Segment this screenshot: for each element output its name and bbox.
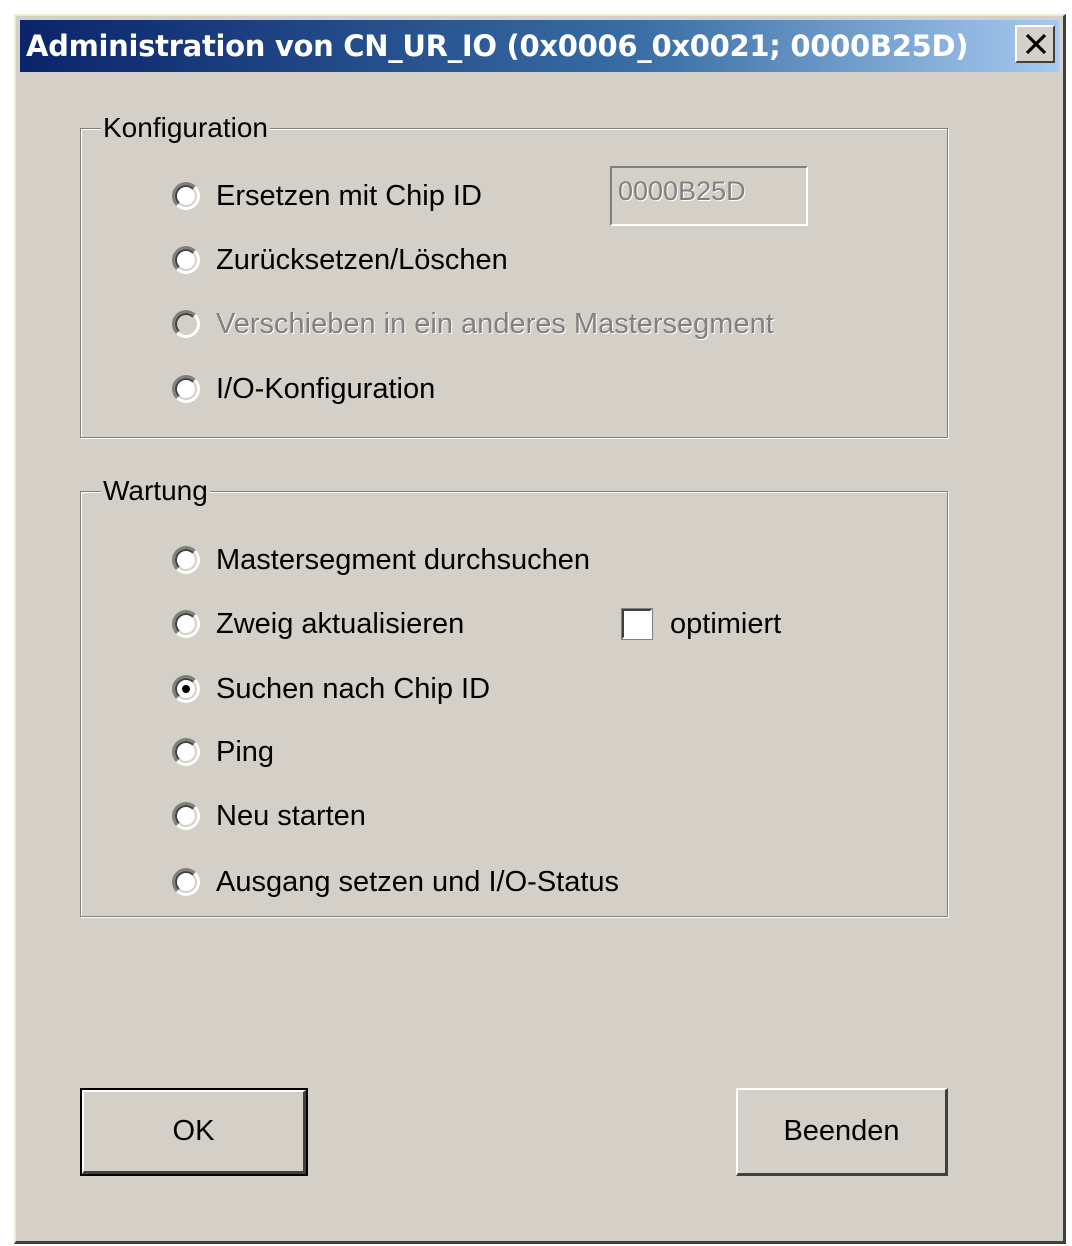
admin-dialog: Administration von CN_UR_IO (0x0006_0x00… — [14, 14, 1066, 1244]
wartung-legend: Wartung — [101, 474, 210, 508]
radio-label: Mastersegment durchsuchen — [216, 543, 590, 576]
radio-label: Suchen nach Chip ID — [216, 672, 491, 705]
radio-label: Zweig aktualisieren — [216, 607, 465, 640]
radio-label: Verschieben in ein anderes Mastersegment — [216, 307, 774, 340]
radio-label: Ersetzen mit Chip ID — [216, 179, 482, 212]
radio-button[interactable] — [172, 675, 200, 703]
radio-zweig-aktualisieren[interactable]: Zweig aktualisieren — [172, 604, 464, 644]
radio-label: Zurücksetzen/Löschen — [216, 243, 508, 276]
radio-button[interactable] — [172, 610, 200, 638]
radio-label: Neu starten — [216, 799, 366, 832]
optimiert-checkbox[interactable] — [621, 608, 653, 640]
radio-ersetzen-chip-id[interactable]: Ersetzen mit Chip ID — [172, 176, 482, 216]
radio-io-konfiguration[interactable]: I/O-Konfiguration — [172, 369, 435, 409]
optimiert-label: optimiert — [670, 607, 782, 640]
radio-ausgang-setzen-io-status[interactable]: Ausgang setzen und I/O-Status — [172, 862, 619, 902]
chip-id-field[interactable]: 0000B25D — [610, 166, 808, 226]
radio-label: Ping — [216, 735, 275, 768]
radio-neu-starten[interactable]: Neu starten — [172, 796, 366, 836]
radio-label: Ausgang setzen und I/O-Status — [216, 865, 620, 898]
radio-verschieben-mastersegment: Verschieben in ein anderes Mastersegment — [172, 304, 774, 344]
beenden-button[interactable]: Beenden — [736, 1088, 948, 1176]
konfiguration-legend: Konfiguration — [101, 111, 271, 145]
radio-zuruecksetzen-loeschen[interactable]: Zurücksetzen/Löschen — [172, 240, 508, 280]
ok-button[interactable]: OK — [80, 1088, 308, 1176]
radio-suchen-nach-chip-id[interactable]: Suchen nach Chip ID — [172, 669, 490, 709]
close-icon — [1025, 34, 1047, 54]
radio-button — [172, 310, 200, 338]
radio-button[interactable] — [172, 546, 200, 574]
radio-button[interactable] — [172, 246, 200, 274]
radio-button[interactable] — [172, 802, 200, 830]
radio-button[interactable] — [172, 868, 200, 896]
radio-selected-dot — [182, 685, 190, 693]
radio-button[interactable] — [172, 738, 200, 766]
radio-button[interactable] — [172, 375, 200, 403]
radio-button[interactable] — [172, 182, 200, 210]
optimiert-checkbox-row[interactable]: optimiert — [621, 604, 782, 644]
radio-label: I/O-Konfiguration — [216, 372, 436, 405]
radio-ping[interactable]: Ping — [172, 732, 274, 772]
title-bar[interactable]: Administration von CN_UR_IO (0x0006_0x00… — [20, 20, 1059, 72]
close-button[interactable] — [1015, 25, 1055, 63]
dialog-title: Administration von CN_UR_IO (0x0006_0x00… — [26, 29, 969, 63]
radio-mastersegment-durchsuchen[interactable]: Mastersegment durchsuchen — [172, 540, 590, 580]
